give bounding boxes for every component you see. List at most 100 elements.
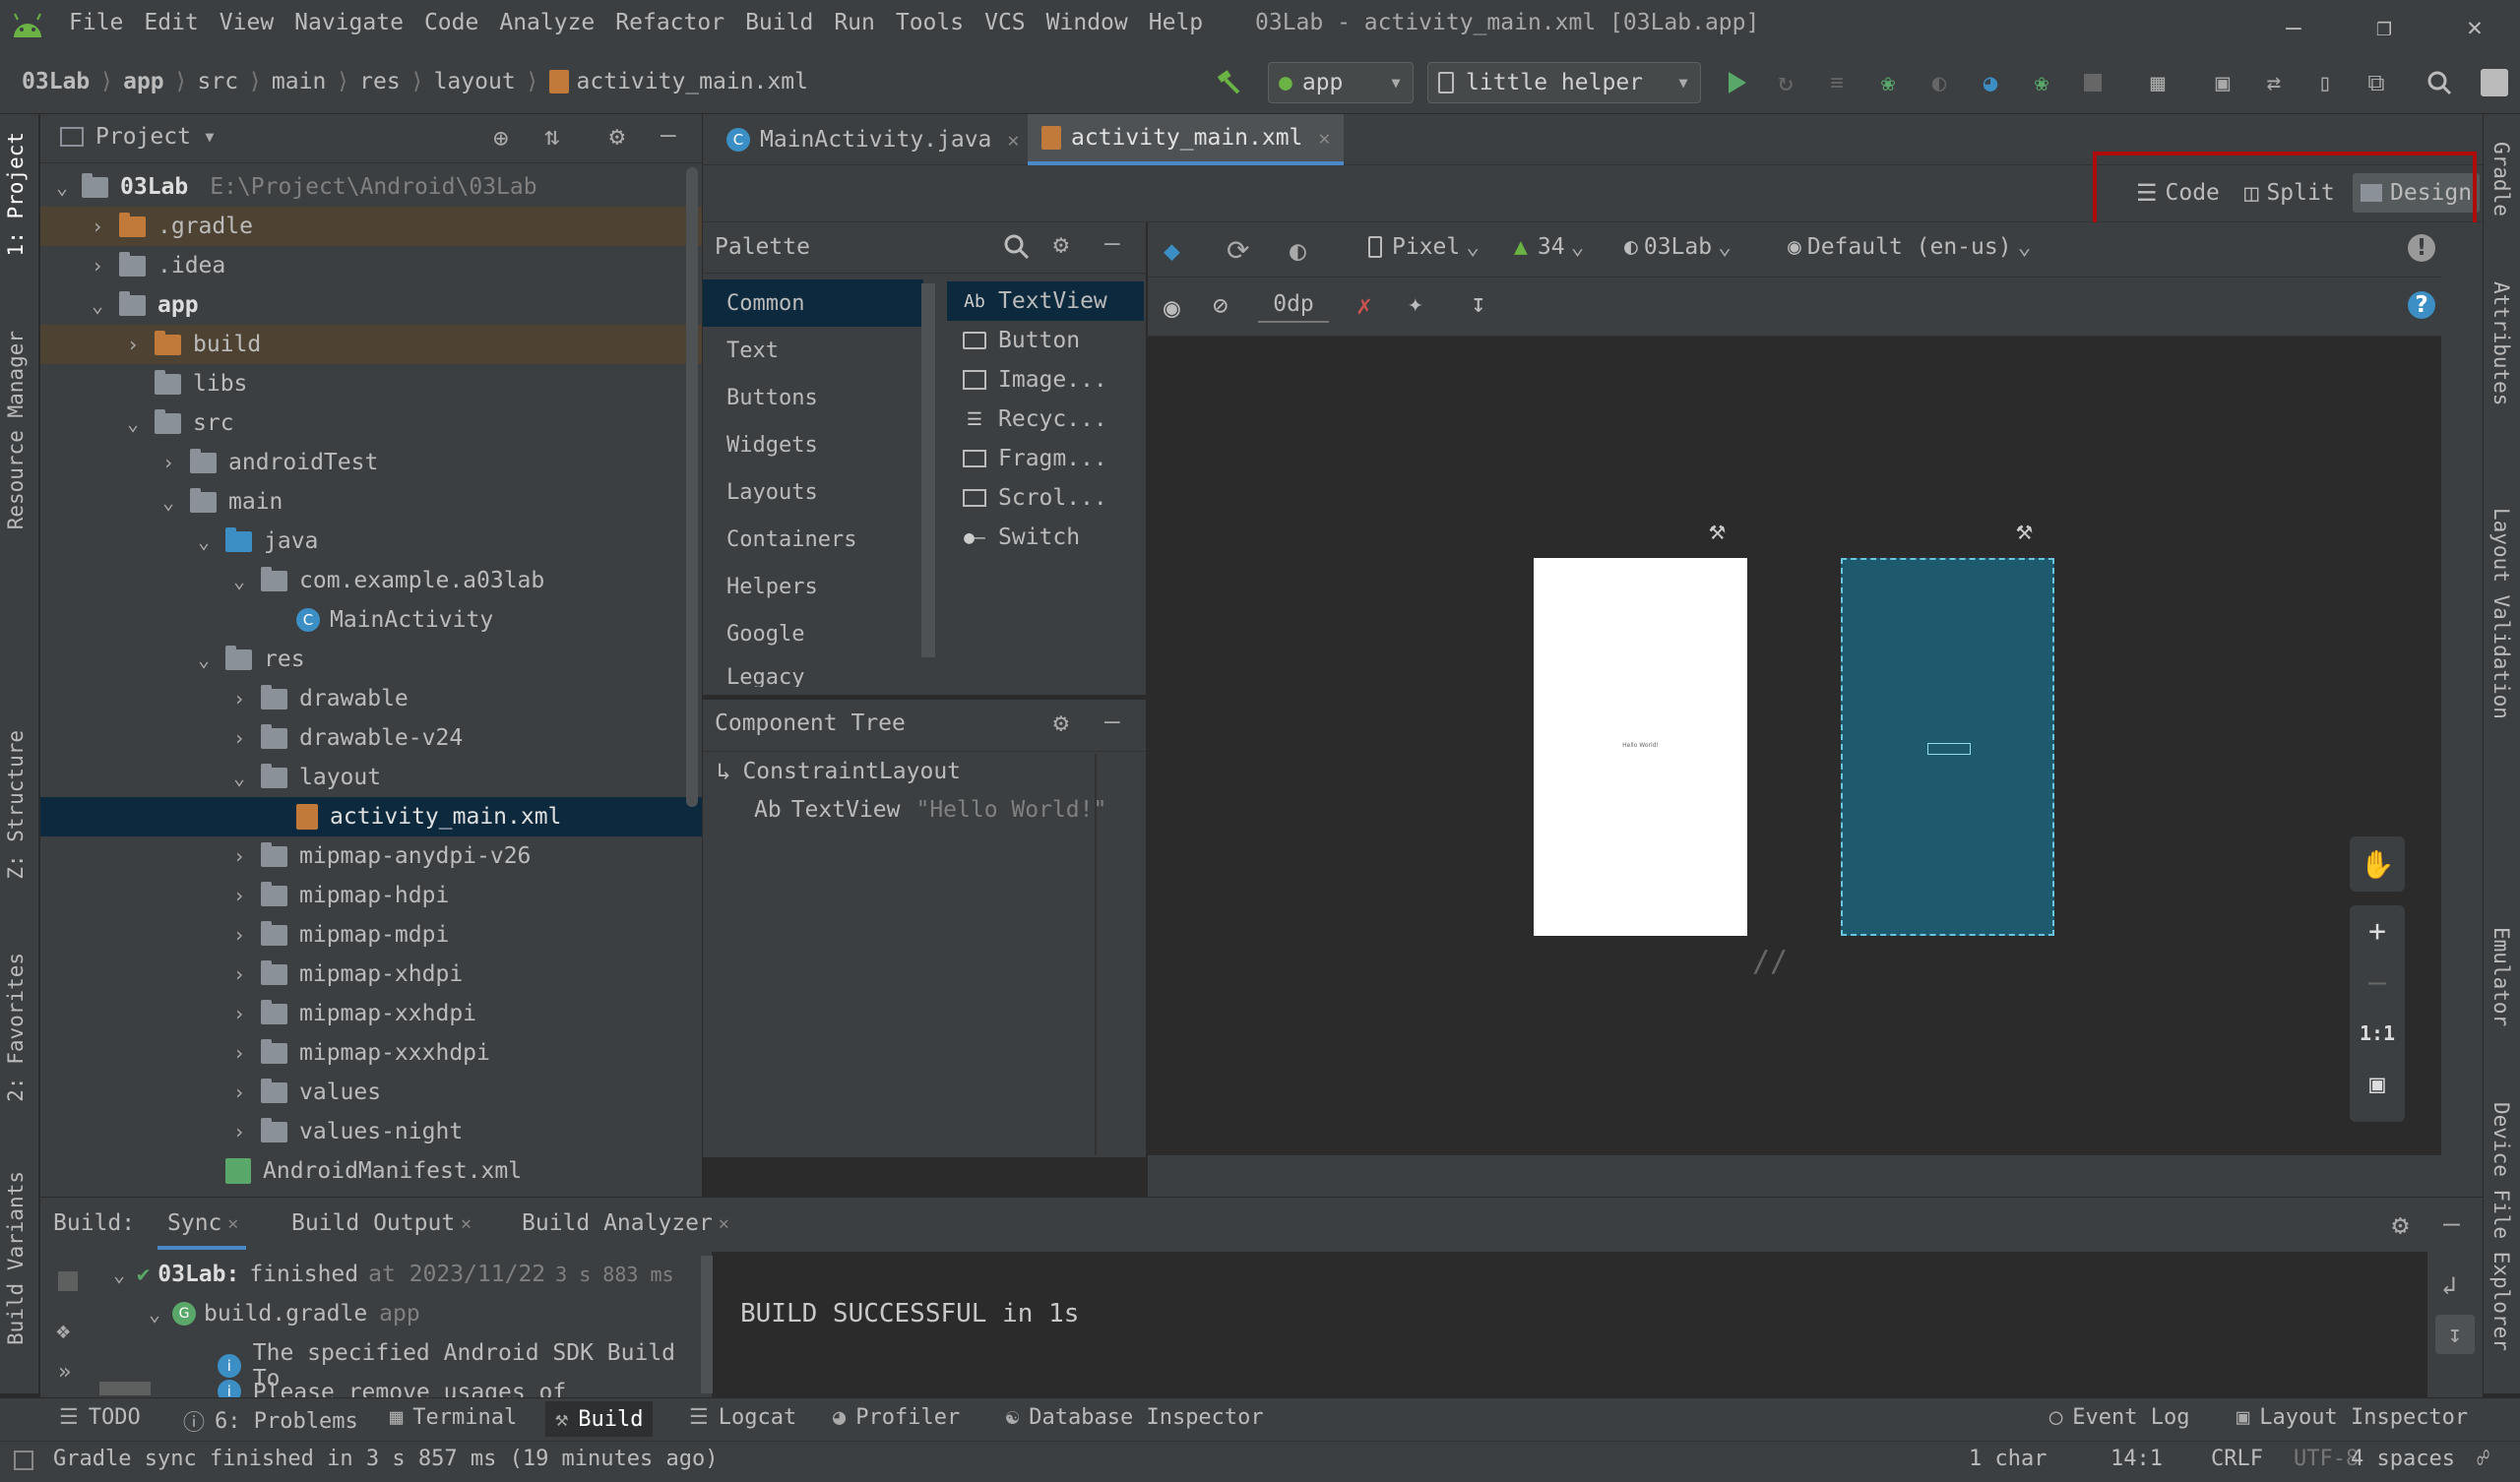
palette-item-fragment[interactable]: Fragm... <box>947 439 1144 478</box>
breadcrumb-item[interactable]: main <box>272 69 326 94</box>
stop-icon[interactable] <box>58 1271 78 1291</box>
device-preview-selector[interactable]: Pixel ⌄ <box>1368 234 1480 260</box>
tree-item[interactable]: ⌄ com.example.a03lab <box>40 561 702 600</box>
tool-tab-database-inspector[interactable]: ☯ Database Inspector <box>1006 1405 1264 1430</box>
tree-item[interactable]: › mipmap-hdpi <box>40 876 702 915</box>
tree-item[interactable]: ⌄ app <box>40 285 702 325</box>
menu-analyze[interactable]: Analyze <box>499 10 595 35</box>
tool-tab-logcat[interactable]: ☰ Logcat <box>689 1405 796 1430</box>
palette-item-switch[interactable]: ●– Switch <box>947 518 1144 557</box>
search-icon[interactable] <box>2424 67 2455 98</box>
hide-panel-icon[interactable]: — <box>1104 707 1120 736</box>
palette-item-scrollview[interactable]: Scrol... <box>947 478 1144 518</box>
tool-windows-toggle-icon[interactable] <box>14 1451 33 1470</box>
account-icon[interactable] <box>2479 67 2510 98</box>
status-message[interactable]: Gradle sync finished in 3 s 857 ms (19 m… <box>53 1447 719 1471</box>
blueprint-textview[interactable] <box>1927 743 1971 755</box>
tool-window-structure[interactable]: Z: Structure <box>4 730 28 880</box>
palette-item-imageview[interactable]: Image... <box>947 360 1144 400</box>
tree-item[interactable]: ⌄ src <box>40 403 702 443</box>
menu-window[interactable]: Window <box>1046 10 1128 35</box>
collapse-all-icon[interactable]: ⇅ <box>544 122 560 152</box>
palette-category-common[interactable]: Common <box>703 279 923 327</box>
palette-item-textview[interactable]: Ab TextView <box>947 281 1144 321</box>
tree-item[interactable]: › mipmap-xxhdpi <box>40 994 702 1033</box>
sync-gradle-icon[interactable]: ⇄ <box>2258 67 2290 98</box>
attach-debugger-icon[interactable]: ❀ <box>2026 67 2057 98</box>
close-icon[interactable]: ✕ <box>227 1213 238 1234</box>
autoconnect-icon[interactable]: ⊘ <box>1213 291 1228 321</box>
menu-build[interactable]: Build <box>745 10 813 35</box>
component-constraintlayout[interactable]: ↳ ConstraintLayout <box>717 758 961 785</box>
blueprint-preview[interactable] <box>1841 558 2054 936</box>
project-scrollbar[interactable] <box>686 167 698 807</box>
tree-item[interactable]: C MainActivity <box>40 600 702 640</box>
tree-item[interactable]: › mipmap-mdpi <box>40 915 702 955</box>
palette-scrollbar[interactable] <box>921 283 935 657</box>
profile-icon[interactable]: ◕ <box>1975 67 2006 98</box>
infer-constraints-icon[interactable]: ✦ <box>1408 289 1423 319</box>
tool-window-resource-manager[interactable]: Resource Manager <box>4 331 28 529</box>
pin-icon[interactable]: ❖ <box>56 1317 70 1344</box>
scroll-to-end-icon[interactable]: ↧ <box>2435 1315 2475 1354</box>
component-textview[interactable]: Ab TextView "Hello World!" <box>754 797 1106 823</box>
tree-item[interactable]: ⌄ res <box>40 640 702 679</box>
tree-item[interactable]: › .idea <box>40 246 702 285</box>
theme-selector[interactable]: ◐ 03Lab ⌄ <box>1624 234 1732 260</box>
project-structure-icon[interactable]: ▦ <box>2142 67 2174 98</box>
project-view-selector[interactable]: Project ▾ <box>60 124 217 150</box>
device-manager-icon[interactable]: ▯ <box>2309 67 2341 98</box>
close-icon[interactable]: ✕ <box>461 1213 472 1234</box>
stop-icon[interactable] <box>2077 67 2109 98</box>
build-gradle-item[interactable]: ⌄ G build.gradle app <box>145 1301 420 1327</box>
menu-view[interactable]: View <box>220 10 274 35</box>
tree-item-selected[interactable]: activity_main.xml <box>40 797 702 836</box>
coverage-icon[interactable]: ◐ <box>1923 67 1955 98</box>
status-encoding[interactable]: UTF-8 <box>2294 1447 2359 1471</box>
design-preview[interactable]: Hello World! <box>1534 558 1747 936</box>
apply-changes-icon[interactable]: ≡ <box>1821 67 1853 98</box>
tree-item[interactable]: › mipmap-xxxhdpi <box>40 1033 702 1073</box>
build-tab-output[interactable]: Build Output ✕ <box>291 1210 472 1236</box>
gear-icon[interactable]: ⚙ <box>1053 230 1069 260</box>
orientation-icon[interactable]: ⟳ <box>1227 234 1249 267</box>
pan-icon[interactable]: ✋ <box>2350 836 2405 892</box>
tree-item[interactable]: libs <box>40 364 702 403</box>
tool-tab-terminal[interactable]: ▦ Terminal <box>390 1405 517 1430</box>
build-tab-sync[interactable]: Sync ✕ <box>167 1210 238 1236</box>
sdk-manager-icon[interactable]: ⧉ <box>2361 67 2392 98</box>
menu-navigate[interactable]: Navigate <box>294 10 404 35</box>
help-icon[interactable]: ? <box>2408 291 2435 319</box>
tool-window-layout-validation[interactable]: Layout Validation <box>2489 508 2513 719</box>
tool-tab-build[interactable]: ⚒ Build <box>545 1401 654 1437</box>
hammer-icon[interactable] <box>1213 67 1244 98</box>
clear-constraints-icon[interactable]: ✗ <box>1356 291 1372 321</box>
wrench-icon[interactable]: ⚒ <box>1709 514 1726 546</box>
tool-window-attributes[interactable]: Attributes <box>2489 281 2513 405</box>
zoom-fit-icon[interactable]: ▣ <box>2350 1059 2405 1110</box>
build-message-item[interactable]: i Please remove usages of `jcenter() <box>218 1380 712 1397</box>
breadcrumb-item[interactable]: activity_main.xml <box>577 69 808 94</box>
palette-category-containers[interactable]: Containers <box>703 516 923 563</box>
palette-category-legacy[interactable]: Legacy <box>703 657 923 687</box>
palette-category-text[interactable]: Text <box>703 327 923 374</box>
breadcrumb-item[interactable]: res <box>359 69 401 94</box>
menu-code[interactable]: Code <box>424 10 478 35</box>
tool-tab-event-log[interactable]: ◯ Event Log <box>2049 1405 2189 1430</box>
breadcrumb-item[interactable]: 03Lab <box>22 69 90 94</box>
tool-window-project[interactable]: 1: Project <box>4 132 28 256</box>
search-icon[interactable] <box>1002 232 1030 260</box>
tree-item[interactable]: › values-night <box>40 1112 702 1151</box>
device-selector[interactable]: little helper ▾ <box>1427 62 1701 103</box>
palette-item-recyclerview[interactable]: ☰ Recyc... <box>947 400 1144 439</box>
tree-item-root[interactable]: ⌄ 03Lab E:\Project\Android\03Lab <box>40 167 702 207</box>
design-canvas[interactable] <box>1148 337 2441 1155</box>
resize-handle-icon[interactable]: ∕∕ <box>1752 945 1788 979</box>
tree-item[interactable]: › .gradle <box>40 207 702 246</box>
tree-item[interactable]: › mipmap-anydpi-v26 <box>40 836 702 876</box>
zoom-actual-size-button[interactable]: 1:1 <box>2350 1008 2405 1059</box>
tab-activity-main-xml[interactable]: activity_main.xml ✕ <box>1028 114 1345 165</box>
close-icon[interactable]: ✕ <box>1007 128 1019 152</box>
tool-tab-layout-inspector[interactable]: ▣ Layout Inspector <box>2236 1405 2468 1430</box>
tab-mainactivity-java[interactable]: C MainActivity.java ✕ <box>713 114 1033 165</box>
